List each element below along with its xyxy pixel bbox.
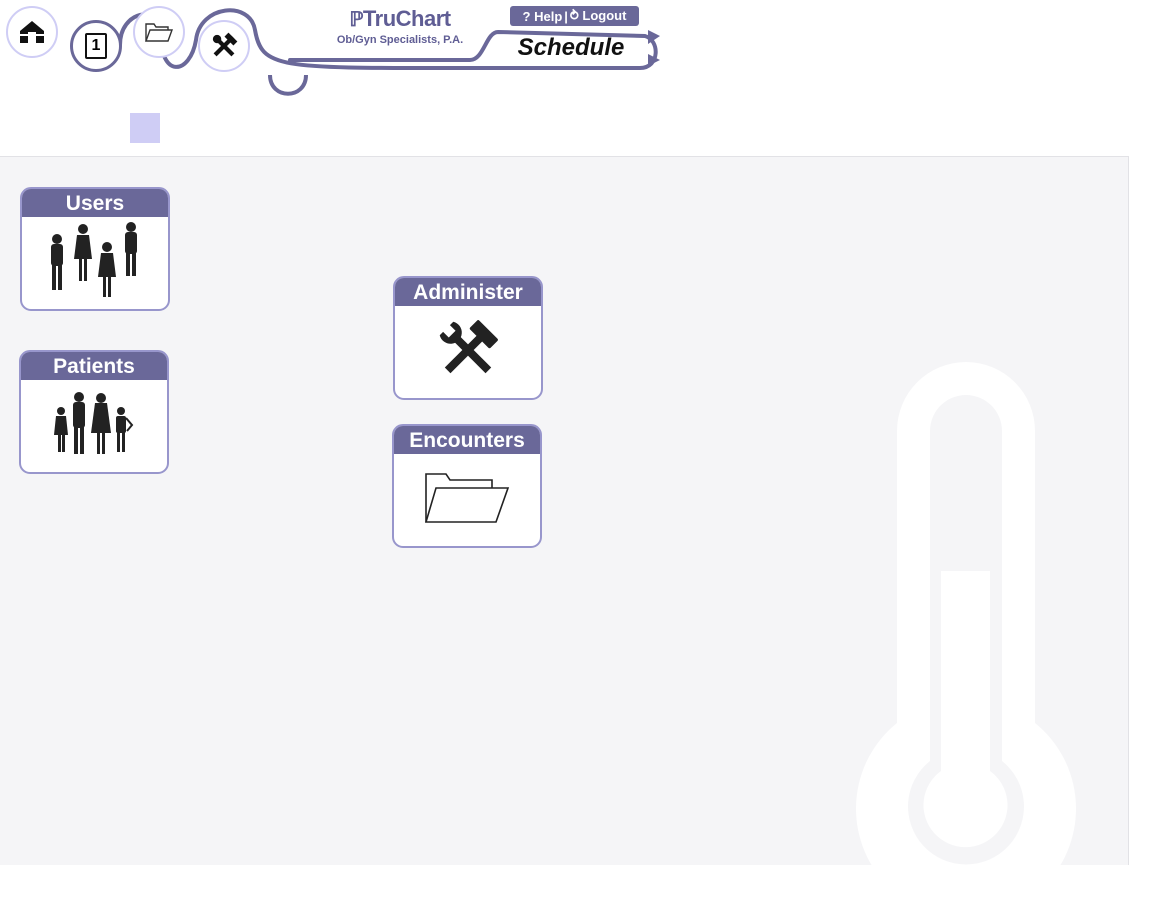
users-tile[interactable]: Users [20,187,170,311]
practice-name: Ob/Gyn Specialists, P.A. [336,34,464,46]
users-icon [51,222,137,297]
folder-icon [424,473,510,523]
encounters-tile-title: Encounters [394,426,540,454]
calendar-button[interactable]: 1 [70,20,122,72]
tab-schedule[interactable]: Schedule [496,32,646,64]
users-tile-title: Users [22,189,168,217]
thermometer-icon [856,362,1076,909]
calendar-day: 1 [91,37,101,54]
tools-icon [212,32,238,57]
brand-logo: ℙTruChart [330,6,470,32]
tools-icon [439,320,498,374]
help-link[interactable]: ? Help [523,9,563,24]
calendar-icon: 1 [85,33,107,59]
encounters-tile[interactable]: Encounters [392,424,542,548]
top-links: ? Help | ⥁ Logout [510,6,639,26]
patients-tile[interactable]: Patients [19,350,169,474]
brand-name: TruChart [362,6,451,31]
main-workspace: Users Patients Administer Encounters [0,156,1129,909]
administer-nav-button[interactable] [198,20,250,72]
brand-mark-icon: ℙ [349,9,363,31]
administer-tile-title: Administer [395,278,541,306]
link-separator: | [564,8,568,24]
home-button[interactable] [6,6,58,58]
home-icon [19,21,45,43]
logout-link[interactable]: ⥁ Logout [570,8,627,24]
encounters-nav-button[interactable] [133,6,185,58]
folder-icon [145,23,173,42]
brand-block: ℙTruChart Ob/Gyn Specialists, P.A. [330,6,470,46]
patients-tile-title: Patients [21,352,167,380]
header-bar: 1 ℙTruChart Ob/Gyn Specialists, P.A. ? H… [0,0,1152,156]
administer-tile[interactable]: Administer [393,276,543,400]
highlight-square [130,113,160,143]
family-icon [54,392,134,454]
